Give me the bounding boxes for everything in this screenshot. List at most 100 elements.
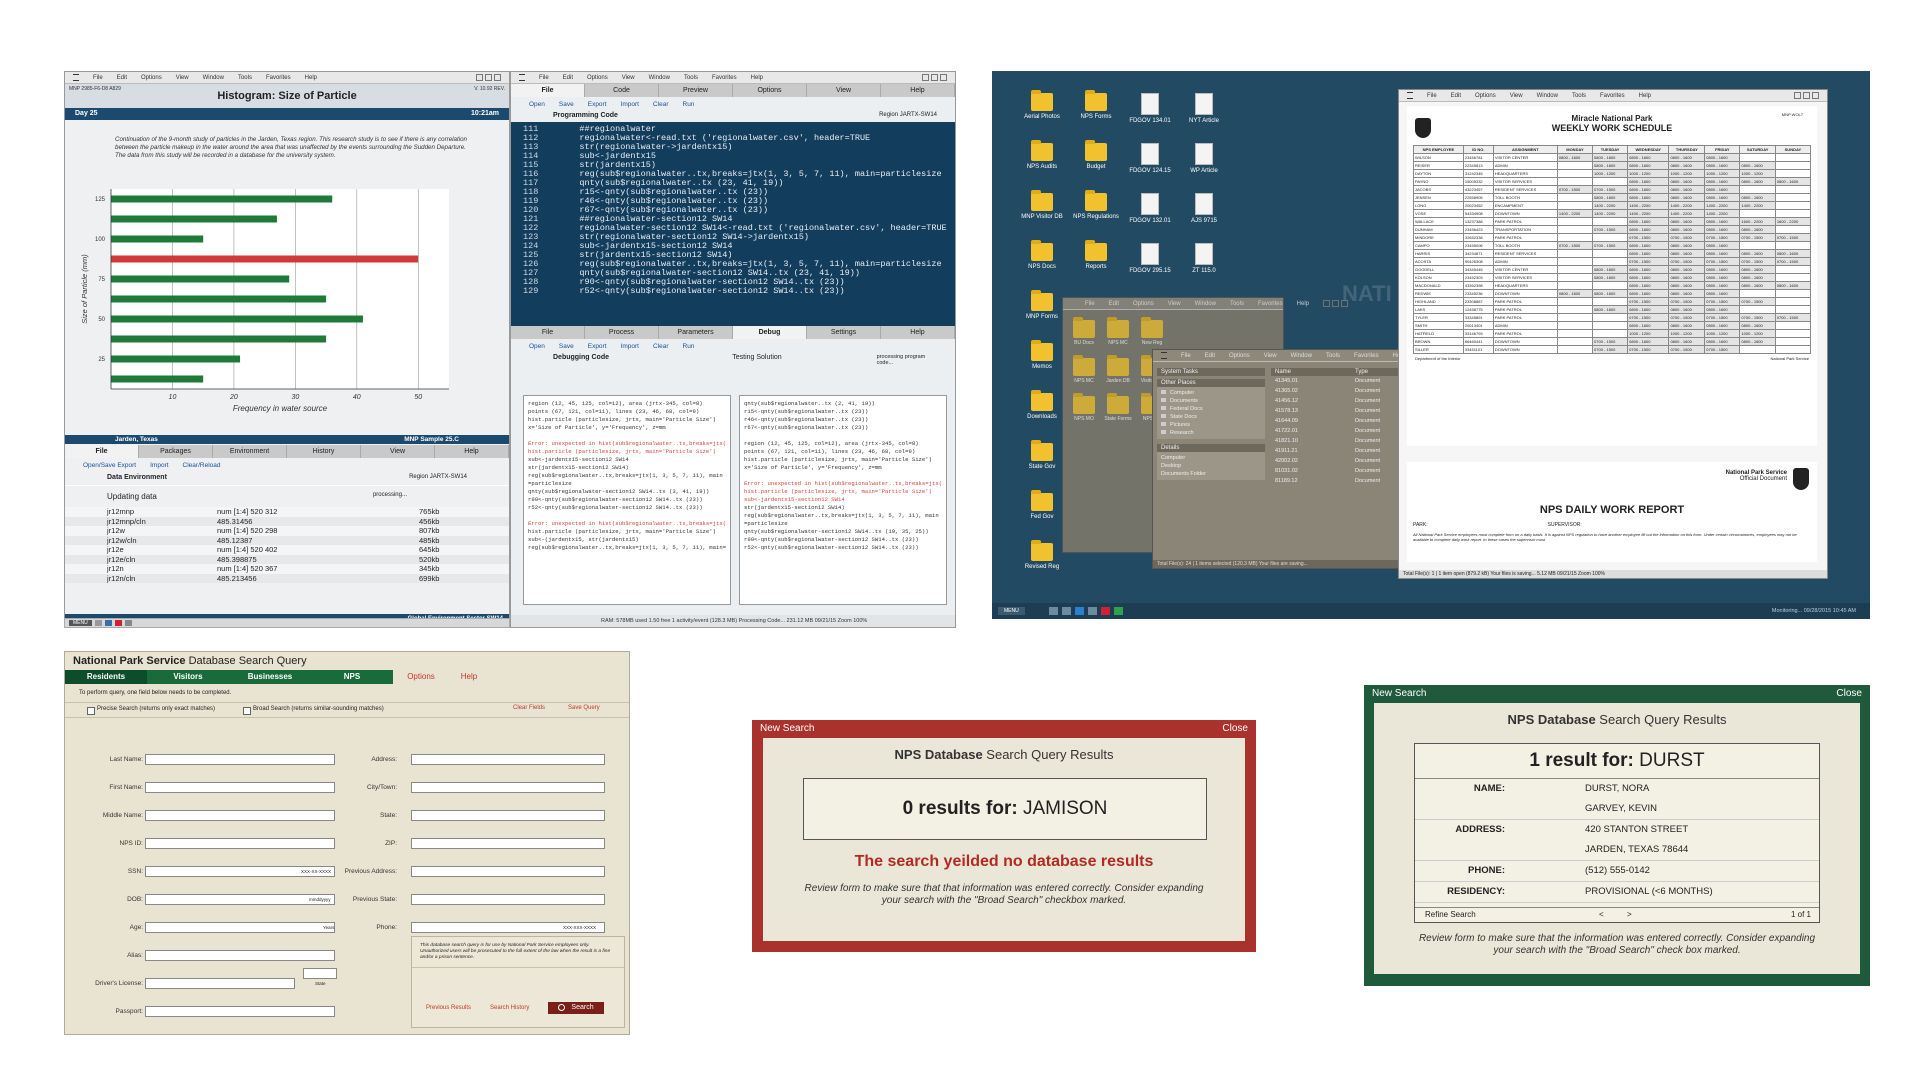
next-result-button[interactable]: > [1627, 908, 1632, 922]
place-item[interactable]: Research [1161, 429, 1261, 437]
tab-help[interactable]: Help [881, 84, 955, 97]
tab-history[interactable]: History [287, 445, 361, 458]
taskbar-app-icon[interactable] [1100, 607, 1110, 615]
menu-item[interactable]: File [1181, 353, 1191, 359]
close-button[interactable]: Close [1222, 720, 1248, 737]
search-button[interactable]: Search [548, 1002, 604, 1014]
field-input[interactable] [145, 894, 335, 905]
menu-item[interactable]: View [176, 75, 189, 81]
system-tasks-header[interactable]: System Tasks [1157, 368, 1265, 376]
link-run[interactable]: Run [683, 343, 695, 350]
menu-item[interactable]: Favorites [1354, 353, 1379, 359]
folder-icon[interactable]: MNP Visitor DB [1016, 190, 1068, 220]
table-row[interactable]: jr12e/cln 485.398875 520kb [65, 554, 509, 564]
menu-item[interactable]: Options [1229, 353, 1250, 359]
folder-icon[interactable]: Reports [1070, 240, 1122, 270]
menu-item[interactable]: Window [649, 75, 670, 81]
link-clear[interactable]: Clear [653, 101, 669, 108]
state-input[interactable] [303, 968, 337, 979]
options-menu[interactable]: Options [393, 670, 449, 684]
start-menu-button[interactable]: MENU [998, 607, 1025, 615]
menu-item[interactable]: View [1168, 301, 1181, 307]
place-item[interactable]: Computer [1161, 389, 1261, 397]
folder-icon[interactable]: Memos [1016, 340, 1068, 370]
taskbar-app-icon[interactable] [1048, 607, 1058, 615]
field-input[interactable] [411, 894, 605, 905]
folder-icon[interactable]: State Forms [1101, 393, 1135, 422]
status-icon[interactable] [94, 620, 102, 626]
field-input[interactable] [411, 810, 605, 821]
link-save[interactable]: Save [559, 101, 574, 108]
menu-item[interactable]: View [1264, 353, 1277, 359]
save-query-link[interactable]: Save Query [568, 705, 600, 711]
menu-item[interactable]: Favorites [1258, 301, 1283, 307]
menu-item[interactable]: Help [1639, 93, 1651, 99]
menu-item[interactable]: Options [1475, 93, 1496, 99]
folder-icon[interactable]: Fed Gov [1016, 490, 1068, 520]
minimize-icon[interactable] [476, 74, 483, 81]
help-menu[interactable]: Help [449, 670, 489, 684]
taskbar-app-icon[interactable] [1087, 607, 1097, 615]
status-icon[interactable] [114, 620, 122, 626]
menu-item[interactable]: Window [203, 75, 224, 81]
tab-help[interactable]: Help [435, 445, 509, 458]
field-input[interactable] [411, 838, 605, 849]
menu-item[interactable]: Help [1297, 301, 1309, 307]
hamburger-menu-icon[interactable] [73, 74, 79, 81]
menu-item[interactable]: Tools [1326, 353, 1340, 359]
menu-item[interactable]: Favorites [712, 75, 737, 81]
tab-businesses[interactable]: Businesses [229, 670, 311, 684]
menu-item[interactable]: Favorites [266, 75, 291, 81]
tab-view[interactable]: View [361, 445, 435, 458]
link-import[interactable]: Import [150, 462, 168, 469]
menu-item[interactable]: Window [1195, 301, 1216, 307]
menu-item[interactable]: File [93, 75, 103, 81]
hamburger-menu-icon[interactable] [1161, 352, 1167, 359]
table-row[interactable]: jr12mnp num [1:4] 520 312 765kb [65, 507, 509, 517]
folder-icon[interactable]: State Gov [1016, 440, 1068, 470]
link-clear-reload[interactable]: Clear/Reload [183, 462, 221, 469]
menu-item[interactable]: Edit [1109, 301, 1119, 307]
folder-icon[interactable]: Budget [1070, 140, 1122, 170]
menu-item[interactable]: Options [587, 75, 608, 81]
table-row[interactable]: jr12n/cln 485.213456 699kb [65, 573, 509, 583]
menu-item[interactable]: Tools [684, 75, 698, 81]
menu-item[interactable]: File [539, 75, 549, 81]
table-row[interactable]: jr12w/cln 485.12387 485kb [65, 535, 509, 545]
name-column-header[interactable]: Name [1275, 369, 1355, 375]
folder-icon[interactable]: MNP Forms [1016, 290, 1068, 320]
maximize-icon[interactable] [1332, 300, 1339, 307]
folder-icon[interactable]: NPS Regulations [1070, 190, 1122, 220]
prev-result-button[interactable]: < [1599, 908, 1604, 922]
tab-process[interactable]: Process [585, 326, 659, 339]
tab-debug[interactable]: Debug [733, 326, 807, 339]
place-item[interactable]: Federal Docs [1161, 405, 1261, 413]
table-row[interactable]: jr12n num [1:4] 520 367 345kb [65, 564, 509, 574]
document-icon[interactable]: FDGOV 295.15 [1124, 243, 1176, 274]
folder-icon[interactable]: New Reg [1135, 317, 1169, 346]
menu-item[interactable]: View [1510, 93, 1523, 99]
tab-view[interactable]: View [807, 84, 881, 97]
tab-file[interactable]: File [65, 445, 139, 458]
folder-icon[interactable]: NPS Forms [1070, 90, 1122, 120]
tab-file[interactable]: File [511, 326, 585, 339]
menu-item[interactable]: Edit [117, 75, 127, 81]
place-item[interactable]: Pictures [1161, 421, 1261, 429]
tab-preview[interactable]: Preview [659, 84, 733, 97]
menu-button[interactable]: MENU [69, 620, 92, 626]
clear-fields-link[interactable]: Clear Fields [513, 705, 545, 711]
hamburger-menu-icon[interactable] [519, 74, 525, 81]
menu-item[interactable]: Window [1537, 93, 1558, 99]
folder-icon[interactable]: NPS Docs [1016, 240, 1068, 270]
tab-nps[interactable]: NPS [311, 670, 393, 684]
menu-item[interactable]: File [1085, 301, 1095, 307]
tab-visitors[interactable]: Visitors [147, 670, 229, 684]
tab-parameters[interactable]: Parameters [659, 326, 733, 339]
document-icon[interactable]: AJS 9715 [1178, 193, 1230, 224]
tab-code[interactable]: Code [585, 84, 659, 97]
field-input[interactable] [145, 922, 335, 933]
menu-item[interactable]: Edit [1205, 353, 1215, 359]
refine-search-link[interactable]: Refine Search [1425, 908, 1476, 922]
menu-item[interactable]: Tools [1230, 301, 1244, 307]
menu-item[interactable]: Favorites [1600, 93, 1625, 99]
